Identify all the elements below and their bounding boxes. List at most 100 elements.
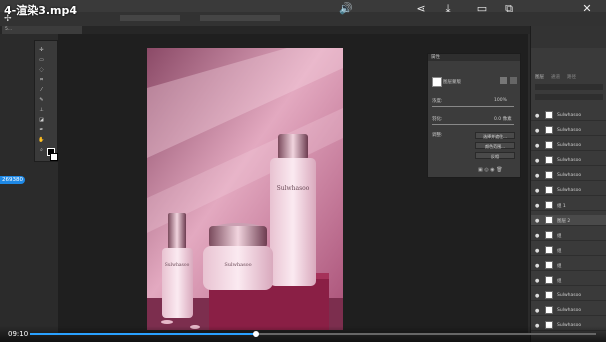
picture-in-picture-icon[interactable]: ⧉ <box>502 2 516 16</box>
layer-thumbnail <box>545 231 553 239</box>
eye-icon[interactable]: ● <box>535 203 539 209</box>
pixel-mask-icon[interactable] <box>500 77 507 84</box>
layer-thumbnail <box>545 291 553 299</box>
download-icon[interactable]: ⤓ <box>441 2 455 16</box>
channels-tab[interactable]: 通道 <box>551 74 560 80</box>
eraser-icon[interactable]: ◪ <box>38 117 45 123</box>
layers-tab[interactable]: 图层 <box>535 74 544 80</box>
layers-panel: 图层 通道 路径 ● Sulwhasoo ● Sulwhasoo ● Sulwhasoo ●… <box>530 26 606 342</box>
document-tabs: 5... <box>0 26 530 34</box>
properties-header: 属性 <box>428 54 520 61</box>
product-scene: Sulwhasoo Sulwhasoo Sulwhasoo <box>147 48 343 330</box>
eye-icon[interactable]: ● <box>535 173 539 179</box>
eye-icon[interactable]: ● <box>535 233 539 239</box>
lasso-icon[interactable]: ◌ <box>38 67 45 73</box>
layer-thumbnail <box>545 276 553 284</box>
brush-icon[interactable]: ✎ <box>38 97 45 103</box>
feather-value[interactable]: 0.0 像素 <box>494 116 512 122</box>
layer-name: 组 <box>557 264 562 269</box>
layer-row[interactable]: ● Sulwhasoo <box>531 305 606 316</box>
tv-icon[interactable]: ▭ <box>475 2 489 16</box>
layer-row[interactable]: ● Sulwhasoo <box>531 290 606 301</box>
eye-icon[interactable]: ● <box>535 278 539 284</box>
layer-thumbnail <box>545 156 553 164</box>
layer-thumbnail <box>545 246 553 254</box>
layer-thumbnail <box>545 201 553 209</box>
eye-icon[interactable]: ● <box>535 308 539 314</box>
mask-actions-icons[interactable]: ▣ ◎ ◉ 🗑 <box>478 167 503 173</box>
layer-thumbnail <box>545 111 553 119</box>
marquee-icon[interactable]: ▭ <box>38 57 45 63</box>
close-icon[interactable]: ✕ <box>580 2 594 16</box>
layer-name: Sulwhasoo <box>557 188 582 193</box>
layer-name: Sulwhasoo <box>557 173 582 178</box>
feather-label: 羽化: <box>432 117 443 122</box>
zoom-icon[interactable]: ⌕ <box>38 147 45 153</box>
layer-thumbnail <box>545 171 553 179</box>
layer-name: Sulwhasoo <box>557 128 582 133</box>
layer-row[interactable]: ● Sulwhasoo <box>531 110 606 121</box>
tool-options[interactable] <box>120 15 180 21</box>
layer-row[interactable]: ● 组 <box>531 230 606 241</box>
video-title: 4-渲染3.mp4 <box>4 4 78 17</box>
layer-row[interactable]: ● Sulwhasoo <box>531 185 606 196</box>
volume-icon[interactable]: 🔊 <box>339 2 353 16</box>
properties-panel: 属性 图层蒙版 浓度: 100% 羽化: 0.0 像素 调整: 选择并遮住...… <box>427 53 521 178</box>
feather-slider[interactable] <box>432 124 514 125</box>
layer-row[interactable]: ● 图层 2 <box>531 215 606 226</box>
progress-badge[interactable]: 269380 <box>0 176 25 184</box>
layer-thumbnail <box>545 261 553 269</box>
eye-icon[interactable]: ● <box>535 113 539 119</box>
eye-icon[interactable]: ● <box>535 218 539 224</box>
layer-row[interactable]: ● 组 <box>531 275 606 286</box>
layer-row[interactable]: ● Sulwhasoo <box>531 140 606 151</box>
layer-name: Sulwhasoo <box>557 293 582 298</box>
crop-icon[interactable]: ⌗ <box>38 77 45 83</box>
layer-row[interactable]: ● 组 1 <box>531 200 606 211</box>
eyedropper-icon[interactable]: ⁄ <box>38 87 45 93</box>
layer-name: 组 <box>557 279 562 284</box>
invert-button[interactable]: 反相 <box>475 152 515 159</box>
eye-icon[interactable]: ● <box>535 263 539 269</box>
density-slider[interactable] <box>432 106 514 107</box>
align-options[interactable] <box>200 15 280 21</box>
document-tab[interactable]: 5... <box>2 26 82 34</box>
mask-section-label: 图层蒙版 <box>443 80 461 85</box>
paths-tab[interactable]: 路径 <box>567 74 576 80</box>
share-icon[interactable]: ⋖ <box>414 2 428 16</box>
pen-icon[interactable]: ✒ <box>38 127 45 133</box>
jar-brand: Sulwhasoo <box>224 262 251 268</box>
layer-name: Sulwhasoo <box>557 308 582 313</box>
layer-row[interactable]: ● 组 <box>531 260 606 271</box>
layer-filter[interactable] <box>535 84 603 90</box>
layer-row[interactable]: ● 组 <box>531 245 606 256</box>
eye-icon[interactable]: ● <box>535 248 539 254</box>
layer-thumbnail <box>545 306 553 314</box>
select-and-mask-button[interactable]: 选择并遮住... <box>475 132 515 139</box>
layer-row[interactable]: ● Sulwhasoo <box>531 125 606 136</box>
layer-name: Sulwhasoo <box>557 143 582 148</box>
layer-name: 组 1 <box>557 204 566 209</box>
layer-row[interactable]: ● Sulwhasoo <box>531 155 606 166</box>
small-bottle-brand: Sulwhasoo <box>165 262 190 268</box>
eye-icon[interactable]: ● <box>535 158 539 164</box>
product-photo[interactable]: Sulwhasoo Sulwhasoo Sulwhasoo <box>147 48 343 330</box>
video-played-bar <box>30 333 257 335</box>
hand-icon[interactable]: ✋ <box>38 137 45 143</box>
blend-mode-select[interactable] <box>535 94 603 100</box>
background-color-swatch[interactable] <box>50 153 58 161</box>
move-icon[interactable]: ✢ <box>38 47 45 53</box>
eye-icon[interactable]: ● <box>535 188 539 194</box>
mask-thumbnail <box>432 77 442 87</box>
layer-row[interactable]: ● Sulwhasoo <box>531 170 606 181</box>
stamp-icon[interactable]: ⊥ <box>38 107 45 113</box>
eye-icon[interactable]: ● <box>535 293 539 299</box>
eye-icon[interactable]: ● <box>535 128 539 134</box>
vector-mask-icon[interactable] <box>510 77 517 84</box>
layer-list: ● Sulwhasoo ● Sulwhasoo ● Sulwhasoo ● Sulwhasoo… <box>531 110 606 342</box>
refine-label: 调整: <box>432 133 443 138</box>
layer-thumbnail <box>545 216 553 224</box>
eye-icon[interactable]: ● <box>535 143 539 149</box>
density-value[interactable]: 100% <box>494 98 507 103</box>
color-range-button[interactable]: 颜色范围... <box>475 142 515 149</box>
